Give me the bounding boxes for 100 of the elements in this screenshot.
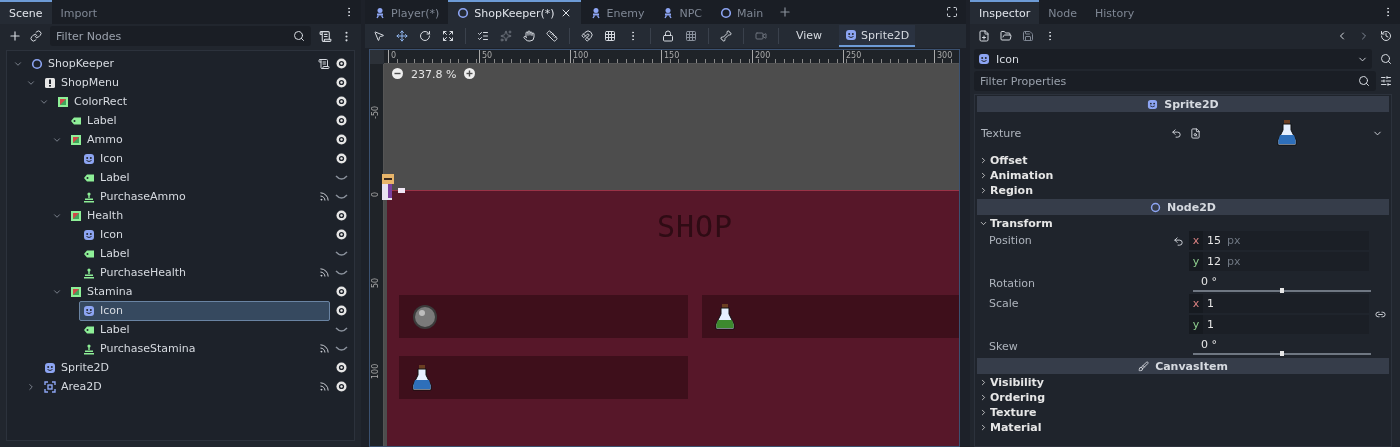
eye-icon[interactable] [334,152,348,165]
view-menu[interactable]: View [790,25,829,47]
tree-node-item[interactable]: Icon [79,148,330,169]
revert-icon[interactable] [1171,127,1182,139]
y-value-field[interactable]: y 12 px [1189,252,1369,271]
expand-caret-icon[interactable] [26,381,36,392]
docs-search-icon[interactable] [1380,53,1392,65]
document-tab[interactable]: Main [711,0,773,24]
revert-icon[interactable] [1173,235,1184,247]
document-tab[interactable]: ShopKeeper(*) [448,0,581,24]
tree-node-item[interactable]: ShopKeeper [27,53,314,74]
save-icon[interactable] [1022,30,1034,42]
panel-tab[interactable]: Import [51,0,107,24]
document-tab[interactable]: Player(*) [365,0,449,24]
snap-icon[interactable] [581,30,593,42]
signal-icon[interactable] [319,381,330,392]
property-group-toggle[interactable]: Region [975,183,1391,198]
new-resource-icon[interactable] [978,30,990,42]
closed-eye-icon[interactable] [334,345,348,352]
tree-node-item[interactable]: Sprite2D [40,357,330,378]
settings-icon[interactable] [1380,75,1392,87]
property-group-toggle[interactable]: Ordering [975,390,1391,405]
filter-properties-field[interactable]: Filter Properties [974,71,1376,91]
link-icon[interactable] [30,30,42,42]
document-tab[interactable]: NPC [653,0,712,24]
folder-icon[interactable] [1000,30,1012,42]
property-group-toggle[interactable]: Animation [975,168,1391,183]
scale-icon[interactable] [442,30,454,42]
camera-icon[interactable] [755,30,767,42]
property-group-toggle[interactable]: Transform [975,216,1391,231]
eye-icon[interactable] [334,114,348,127]
property-group-toggle[interactable]: Visibility [975,375,1391,390]
tree-node-item[interactable]: PurchaseAmmo [79,186,315,207]
eye-icon[interactable] [334,76,348,89]
property-group-toggle[interactable]: Texture [975,405,1391,420]
x-value-field[interactable]: x 1 [1189,294,1369,313]
sprite-button[interactable]: Sprite2D [839,25,916,47]
lock-icon[interactable] [662,30,674,42]
tree-node-item[interactable]: Stamina [66,281,330,302]
add-node-icon[interactable] [8,29,22,43]
search-icon [1358,75,1370,87]
tree-node-item[interactable]: ShopMenu [40,72,330,93]
bone-icon[interactable] [720,30,732,42]
grid-icon[interactable] [604,30,616,42]
signal-icon[interactable] [319,267,330,278]
panel-tab[interactable]: Scene [0,0,52,24]
object-selector[interactable]: Icon [974,49,1372,69]
eye-icon[interactable] [334,380,348,393]
zoom-out-icon[interactable] [392,68,403,79]
tree-node-item[interactable]: ColorRect [53,91,330,112]
closed-eye-icon[interactable] [334,250,348,257]
tree-node-item[interactable]: Health [66,205,330,226]
attach-script-icon[interactable] [319,29,332,43]
add-tab-icon[interactable] [778,5,793,19]
zoom-in-icon[interactable] [464,68,476,79]
x-value-field[interactable]: x 15 px [1189,231,1369,250]
document-tab[interactable]: Enemy [580,0,654,24]
list-icon[interactable] [477,30,489,42]
tree-node-item[interactable]: PurchaseHealth [79,262,315,283]
rotate-icon[interactable] [419,30,431,42]
eye-icon[interactable] [334,95,348,108]
tree-node-item[interactable]: Label [66,110,330,131]
tree-node-item[interactable]: Label [79,243,330,264]
tree-node-item[interactable]: Icon [79,224,330,245]
closed-eye-icon[interactable] [334,326,348,333]
eye-icon[interactable] [334,285,348,298]
move-icon[interactable] [396,30,408,42]
y-value-field[interactable]: y 1 [1189,315,1369,334]
eye-icon[interactable] [334,209,348,222]
signal-icon[interactable] [319,191,330,202]
slider-field[interactable]: 0 ° [1189,275,1391,292]
signal-icon[interactable] [319,343,330,354]
eye-icon[interactable] [334,228,348,241]
property-group-toggle[interactable]: Offset [975,153,1391,168]
eye-icon[interactable] [334,361,348,374]
tree-node-item[interactable]: Icon [79,300,330,321]
property-group-toggle[interactable]: Material [975,420,1391,435]
tree-node-item[interactable]: Area2D [40,376,315,397]
closed-eye-icon[interactable] [334,193,348,200]
tree-node-item[interactable]: PurchaseStamina [79,338,315,359]
eye-icon[interactable] [334,304,348,317]
closed-eye-icon[interactable] [334,174,348,181]
file-icon[interactable] [1190,127,1201,139]
panel-tab[interactable]: Inspector [970,0,1040,24]
eye-icon[interactable] [334,133,348,146]
filter-nodes-field[interactable]: Filter Nodes [50,26,311,46]
ruler-icon[interactable] [546,30,558,42]
tree-node-item[interactable]: Label [79,319,330,340]
script-icon[interactable] [318,57,330,70]
pan-icon[interactable] [523,30,535,42]
panel-tab[interactable]: History [1086,0,1144,24]
pointer-icon[interactable] [373,30,385,42]
tree-node-item[interactable]: Label [79,167,330,188]
tree-node-item[interactable]: Ammo [66,129,330,150]
slider-field[interactable]: 0 ° [1189,338,1391,355]
panel-tab[interactable]: Node [1039,0,1087,24]
history-icon[interactable] [1380,30,1392,42]
eye-icon[interactable] [334,57,348,70]
closed-eye-icon[interactable] [334,269,348,276]
fullscreen-icon[interactable] [946,6,958,18]
